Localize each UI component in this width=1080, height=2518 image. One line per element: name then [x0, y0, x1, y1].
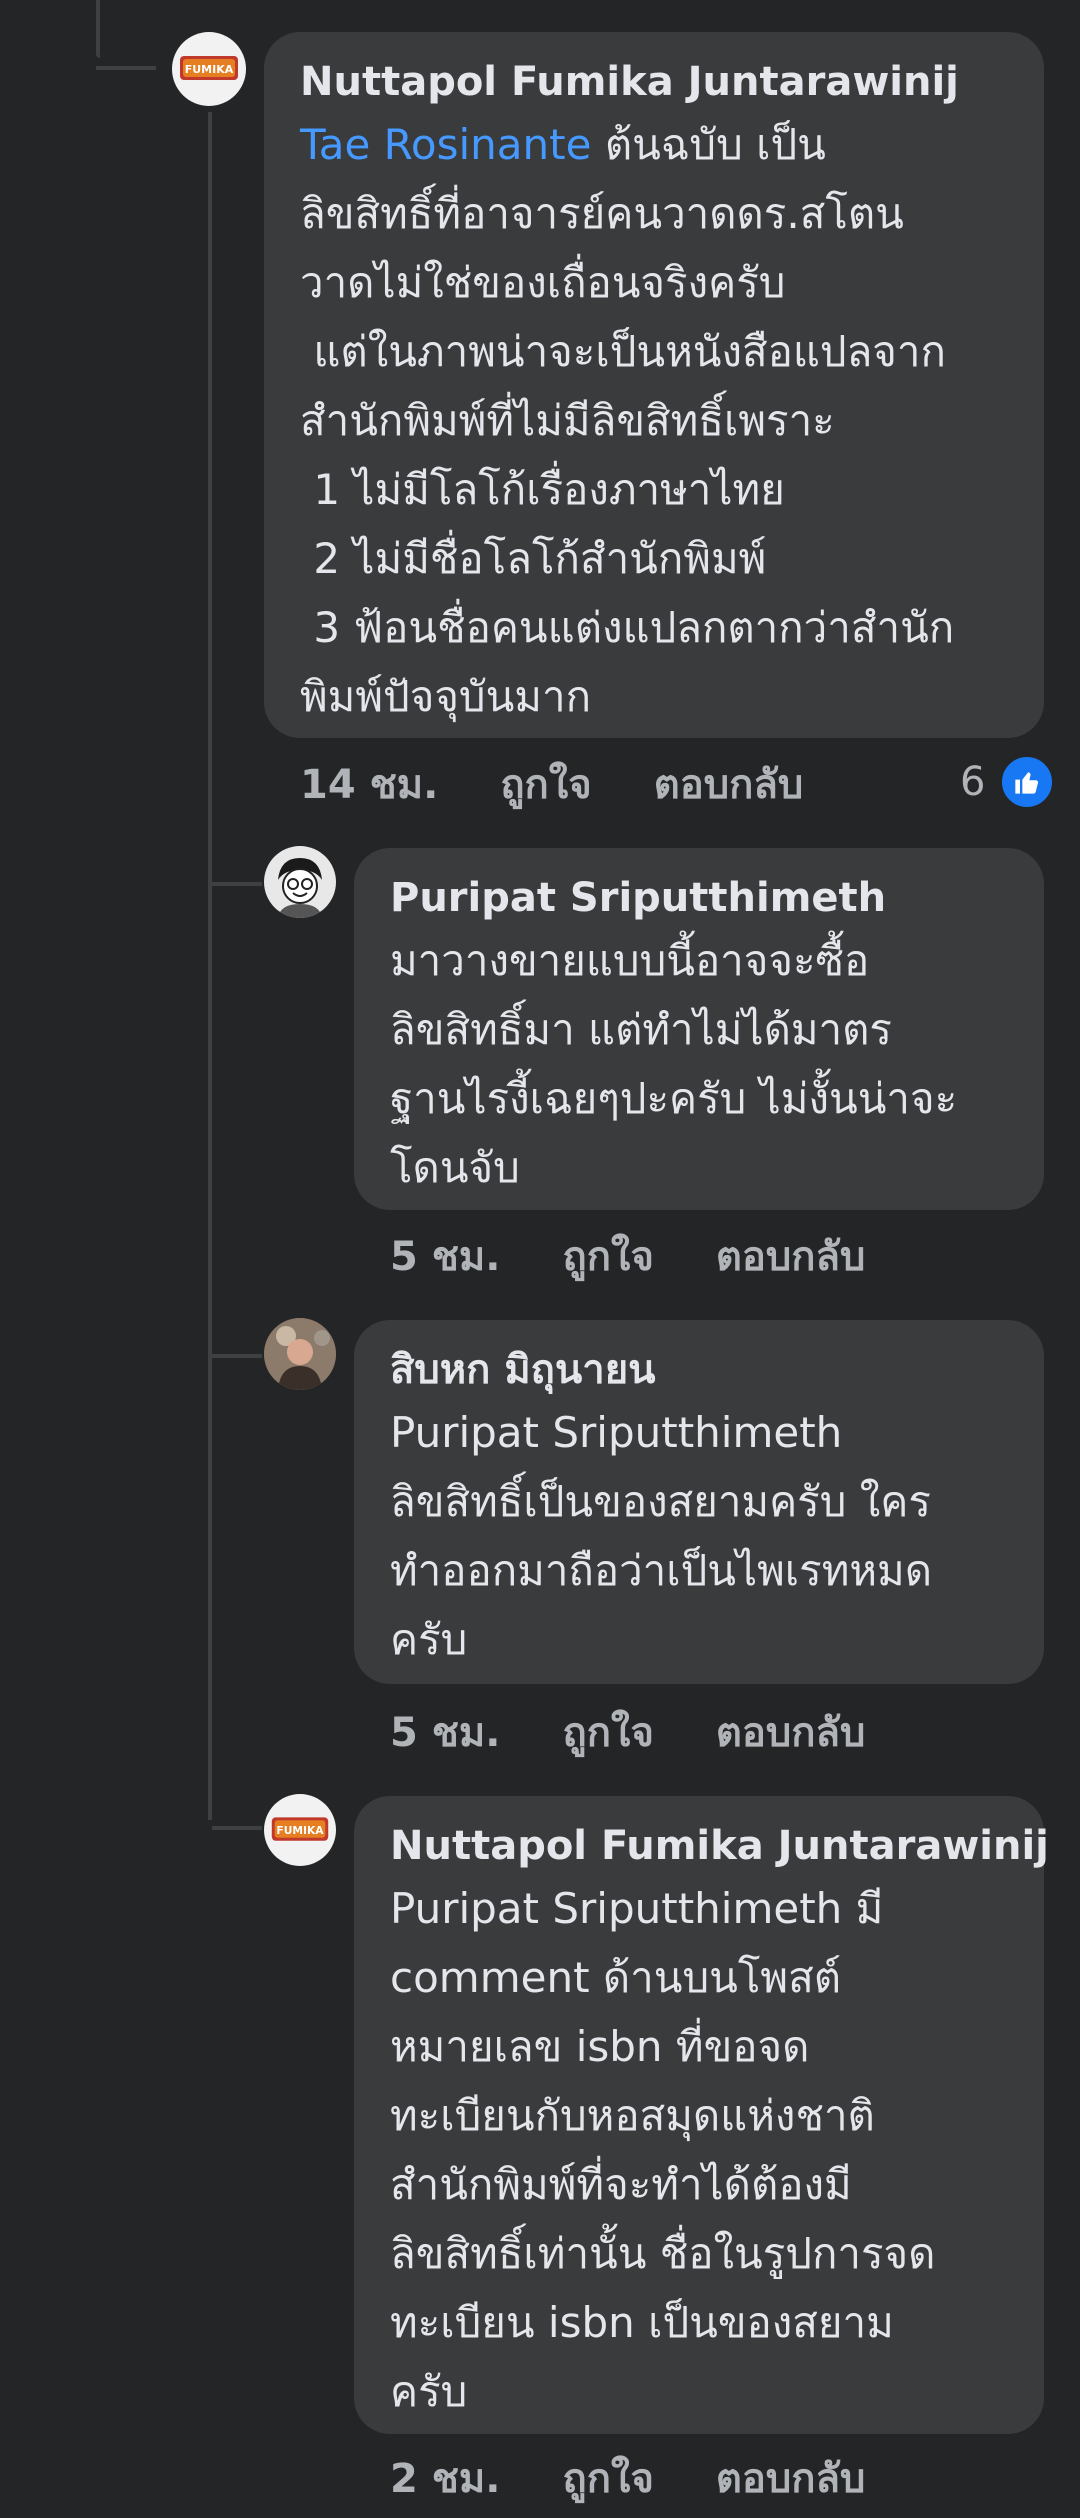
like-button[interactable]: ถูกใจ	[562, 2446, 653, 2510]
reply-button[interactable]: ตอบกลับ	[716, 1700, 866, 1764]
like-reaction-icon	[999, 754, 1056, 810]
comment-text: มาวางขายแบบนี้อาจจะซื้อ ลิขสิทธิ์มา แต่ท…	[390, 936, 958, 1192]
reply-button[interactable]: ตอบกลับ	[716, 1224, 866, 1288]
reply-connector-2	[212, 1354, 262, 1358]
comment-author[interactable]: Nuttapol Fumika Juntarawinij	[390, 1822, 1049, 1870]
comment-bubble: สิบหก มิถุนายน Puripat Sriputthimeth ลิข…	[354, 1320, 1044, 1684]
cartoon-face-icon	[278, 858, 322, 918]
fumika-logo-icon: FUMIKA	[271, 1817, 329, 1841]
svg-text:FUMIKA: FUMIKA	[185, 63, 234, 76]
like-button[interactable]: ถูกใจ	[500, 752, 591, 816]
comment-timestamp[interactable]: 5 ชม.	[390, 1224, 500, 1288]
svg-text:FUMIKA: FUMIKA	[276, 1824, 324, 1837]
comment-text-content: ต้นฉบับ เป็น ลิขสิทธิ์ที่อาจารย์คนวาดดร.…	[300, 120, 955, 721]
comment-actions: 5 ชม. ถูกใจ ตอบกลับ	[390, 1226, 927, 1286]
like-button[interactable]: ถูกใจ	[562, 1700, 653, 1764]
comment-actions: 2 ชม. ถูกใจ ตอบกลับ	[390, 2448, 927, 2508]
reply-connector-1	[212, 882, 262, 886]
thread-connector-top-h	[96, 66, 156, 70]
comment-actions: 5 ชม. ถูกใจ ตอบกลับ	[390, 1702, 927, 1762]
comment-text: Puripat Sriputthimeth มี comment ด้านบนโ…	[390, 1884, 936, 2416]
comment-bubble: Nuttapol Fumika Juntarawinij Tae Rosinan…	[264, 32, 1044, 738]
thread-vertical-line	[208, 112, 212, 1820]
reply-connector-3	[212, 1826, 262, 1830]
profile-photo-icon	[264, 1318, 336, 1390]
reply-button[interactable]: ตอบกลับ	[654, 752, 804, 816]
like-button[interactable]: ถูกใจ	[562, 1224, 653, 1288]
comment-bubble: Puripat Sriputthimeth มาวางขายแบบนี้อาจจ…	[354, 848, 1044, 1210]
comment-timestamp[interactable]: 5 ชม.	[390, 1700, 500, 1764]
fumika-logo-icon: FUMIKA	[180, 56, 238, 80]
comment-bubble: Nuttapol Fumika Juntarawinij Puripat Sri…	[354, 1796, 1049, 2434]
reply-button[interactable]: ตอบกลับ	[716, 2446, 866, 2510]
avatar[interactable]	[264, 846, 336, 918]
reaction-count-label: 6	[960, 759, 986, 805]
comment-author[interactable]: Puripat Sriputthimeth	[390, 874, 1008, 922]
comment-author[interactable]: สิบหก มิถุนายน	[390, 1346, 1008, 1394]
avatar[interactable]: FUMIKA	[172, 32, 246, 106]
comment-actions: 14 ชม. ถูกใจ ตอบกลับ	[300, 754, 865, 814]
mention-link[interactable]: Tae Rosinante	[300, 120, 591, 169]
comment-author[interactable]: Nuttapol Fumika Juntarawinij	[300, 58, 1008, 106]
comment-timestamp[interactable]: 2 ชม.	[390, 2446, 500, 2510]
thread-connector-top	[96, 0, 100, 58]
avatar[interactable]: FUMIKA	[264, 1794, 336, 1866]
comment-text: Tae Rosinante ต้นฉบับ เป็น ลิขสิทธิ์ที่อ…	[300, 110, 1008, 731]
comment-timestamp[interactable]: 14 ชม.	[300, 752, 438, 816]
comment-text: Puripat Sriputthimeth ลิขสิทธิ์เป็นของสย…	[390, 1408, 933, 1664]
avatar[interactable]	[264, 1318, 336, 1390]
reaction-count[interactable]: 6	[960, 752, 1056, 812]
